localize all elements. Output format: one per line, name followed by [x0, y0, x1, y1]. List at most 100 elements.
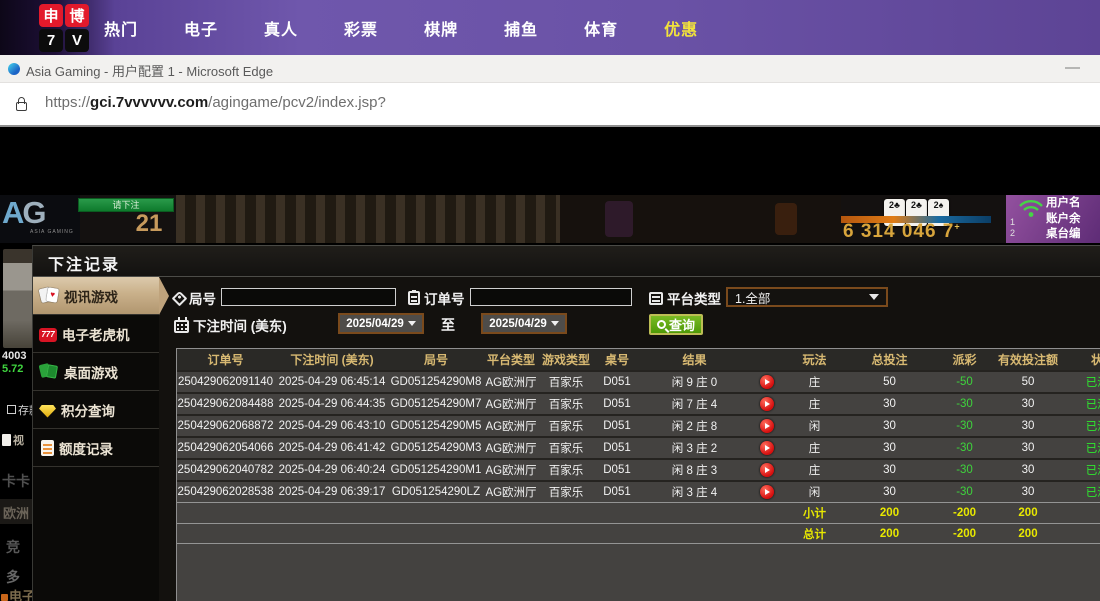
- nav-item-sports[interactable]: 体育: [584, 16, 618, 40]
- cell: [642, 503, 747, 523]
- balance-text: 5.72: [2, 363, 23, 375]
- round-number-label: 局号: [174, 288, 216, 308]
- background-left-rail: 4003 5.72 存款 视 卡卡 欧洲 竞 多 电子 捕: [0, 243, 34, 601]
- table-numbers: 12: [1010, 217, 1015, 239]
- cell: -30: [937, 394, 992, 414]
- cell: 庄: [787, 438, 842, 458]
- cell: [540, 503, 592, 523]
- table-row: 2504290620688722025-04-29 06:43:10GD0512…: [177, 414, 1100, 436]
- cell: [390, 524, 482, 543]
- round-number-input[interactable]: [221, 288, 396, 306]
- nav-menu: 热门 电子 真人 彩票 棋牌 捕鱼 体育 优惠: [104, 0, 698, 55]
- edge-app-icon: [8, 63, 20, 75]
- column-header: 游戏类型: [540, 349, 592, 370]
- cell: [747, 438, 787, 458]
- mini-card-icon: [2, 434, 11, 446]
- nav-item-fishing[interactable]: 捕鱼: [504, 16, 538, 40]
- nav-item-live[interactable]: 真人: [264, 16, 298, 40]
- betting-records-modal: 下注记录 视讯游戏 777 电子老虎机 桌面游戏 积分查询 额度记录: [32, 245, 1100, 601]
- cell: 已派彩: [1064, 394, 1100, 414]
- sidebar-item-label: 电子老虎机: [62, 324, 130, 344]
- column-header: 状态: [1064, 349, 1100, 370]
- url-path: /agingame/pcv2/index.jsp?: [208, 94, 386, 111]
- cell: 200: [992, 524, 1064, 543]
- cell: 总计: [787, 524, 842, 543]
- date-from-picker[interactable]: 2025/04/29: [338, 313, 424, 334]
- jackpot-counter: 6 314 046 7+: [843, 221, 961, 243]
- url-scheme: https://: [45, 94, 90, 111]
- column-header: 桌号: [592, 349, 642, 370]
- table-row: 2504290620844882025-04-29 06:44:35GD0512…: [177, 392, 1100, 414]
- cell: 百家乐: [540, 482, 592, 502]
- play-video-button[interactable]: [760, 463, 774, 477]
- nav-item-hot[interactable]: 热门: [104, 16, 138, 40]
- cell: 250429062068872: [177, 416, 274, 436]
- cell: 2025-04-29 06:40:24: [274, 460, 390, 480]
- play-video-button[interactable]: [760, 397, 774, 411]
- cell: 百家乐: [540, 394, 592, 414]
- cell: -200: [937, 524, 992, 543]
- cell: 250429062040782: [177, 460, 274, 480]
- cell: 闲: [787, 416, 842, 436]
- play-video-button[interactable]: [760, 419, 774, 433]
- cell: 30: [842, 482, 937, 502]
- lock-icon[interactable]: [16, 102, 27, 111]
- column-header: 平台类型: [482, 349, 540, 370]
- play-video-button[interactable]: [760, 375, 774, 389]
- play-video-button[interactable]: [760, 485, 774, 499]
- sidebar-item-table-games[interactable]: 桌面游戏: [33, 353, 159, 391]
- table-id-label: 桌台编: [1046, 227, 1081, 243]
- chevron-down-icon: [408, 321, 416, 326]
- cell: 2025-04-29 06:39:17: [274, 482, 390, 502]
- cell: D051: [592, 394, 642, 414]
- betting-records-table: 订单号下注时间 (美东)局号平台类型游戏类型桌号结果玩法总投注派彩有效投注额状态…: [176, 348, 1100, 601]
- ag-logo-text: AG: [2, 195, 45, 231]
- cell: D051: [592, 482, 642, 502]
- order-number-input[interactable]: [470, 288, 632, 306]
- cell: AG欧洲厅: [482, 460, 540, 480]
- sidebar-item-label: 额度记录: [59, 438, 113, 458]
- table-row: 2504290620540662025-04-29 06:41:42GD0512…: [177, 436, 1100, 458]
- cell: [747, 394, 787, 414]
- playing-cards-icon: [39, 286, 59, 305]
- date-to-picker[interactable]: 2025/04/29: [481, 313, 567, 334]
- column-header: 订单号: [177, 349, 274, 370]
- sidebar-item-quota-records[interactable]: 额度记录: [33, 429, 159, 467]
- modal-title: 下注记录: [48, 251, 120, 275]
- cell: GD051254290LZ: [390, 482, 482, 502]
- search-button[interactable]: 查询: [649, 314, 703, 335]
- background-game-strip: AG ASIA GAMING 请下注 21 2♣ 2♣ 2♠ 6 314 046…: [0, 195, 1100, 243]
- nav-item-slots[interactable]: 电子: [184, 16, 218, 40]
- cell: 闲: [787, 482, 842, 502]
- url-text[interactable]: https://gci.7vvvvvv.com/agingame/pcv2/in…: [45, 94, 386, 111]
- username-label: 用户名: [1046, 196, 1081, 212]
- address-bar[interactable]: https://gci.7vvvvvv.com/agingame/pcv2/in…: [0, 83, 1100, 127]
- cell: 200: [842, 503, 937, 523]
- window-titlebar: Asia Gaming - 用户配置 1 - Microsoft Edge —: [0, 55, 1100, 83]
- sidebar-item-slot-machines[interactable]: 777 电子老虎机: [33, 315, 159, 353]
- nav-item-promo[interactable]: 优惠: [664, 16, 698, 40]
- platform-type-select[interactable]: 1.全部: [726, 287, 888, 307]
- slot-glow: [775, 203, 797, 235]
- sidebar-item-video-games[interactable]: 视讯游戏: [33, 277, 159, 315]
- play-icon: [765, 379, 770, 385]
- nav-item-board[interactable]: 棋牌: [424, 16, 458, 40]
- chevron-down-icon: [551, 321, 559, 326]
- table-header-row: 订单号下注时间 (美东)局号平台类型游戏类型桌号结果玩法总投注派彩有效投注额状态: [177, 349, 1100, 370]
- cell: [177, 503, 274, 523]
- cell: 250429062054066: [177, 438, 274, 458]
- cell: 小计: [787, 503, 842, 523]
- sidebar-item-points-inquiry[interactable]: 积分查询: [33, 391, 159, 429]
- cell: 庄: [787, 460, 842, 480]
- column-header: 局号: [390, 349, 482, 370]
- date-from-value: 2025/04/29: [346, 318, 404, 330]
- column-header: 下注时间 (美东): [274, 349, 390, 370]
- cell: 闲 7 庄 4: [642, 394, 747, 414]
- minimize-button[interactable]: —: [1059, 57, 1086, 78]
- column-header: 有效投注额: [992, 349, 1064, 370]
- background-slots: [560, 195, 841, 243]
- nav-item-lottery[interactable]: 彩票: [344, 16, 378, 40]
- cell: 百家乐: [540, 460, 592, 480]
- play-video-button[interactable]: [760, 441, 774, 455]
- site-logo[interactable]: 申 博 7 V: [39, 4, 89, 52]
